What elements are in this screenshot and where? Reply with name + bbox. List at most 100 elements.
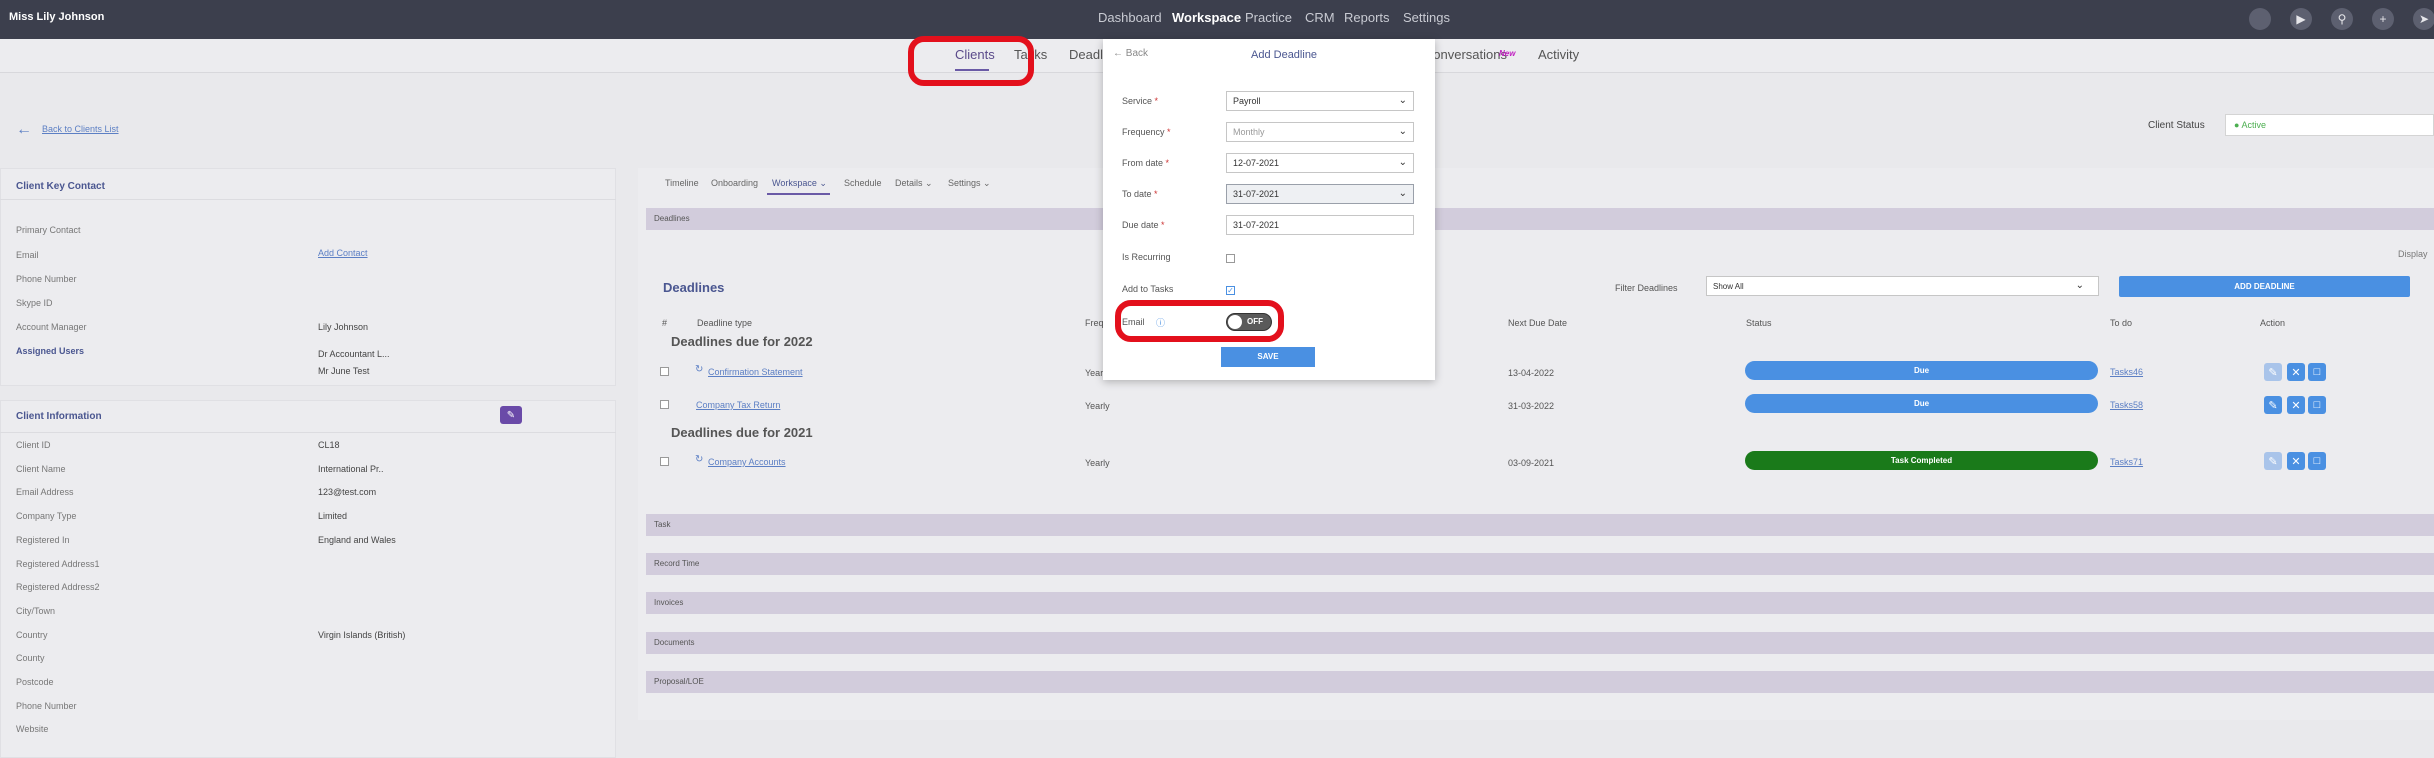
edit-icon[interactable]: ✎ — [2264, 452, 2282, 470]
tab-settings-sub[interactable]: Settings ⌄ — [948, 178, 991, 189]
due-date-cell: 13-04-2022 — [1508, 368, 1555, 378]
record-time-band-label: Record Time — [654, 559, 700, 568]
todo-link[interactable]: Tasks71 — [2110, 457, 2143, 467]
tab-workspace[interactable]: Workspace ⌄ — [772, 178, 827, 189]
highlight-clients-tab — [908, 36, 1034, 86]
modal-back-label: Back — [1125, 48, 1149, 59]
deadlines-band[interactable]: Deadlines — [646, 208, 2434, 230]
client-status-value: Active — [2241, 120, 2266, 130]
modal-title: Add Deadline — [1251, 49, 1318, 61]
chat-icon[interactable]: □ — [2308, 363, 2326, 381]
deadline-type-link[interactable]: Company Accounts — [708, 457, 786, 467]
frequency-label: Frequency * — [1122, 127, 1171, 137]
from-date-label-text: From date — [1122, 158, 1164, 168]
documents-band[interactable]: Documents — [646, 632, 2434, 654]
to-date-select[interactable]: 31-07-2021 ⌄ — [1226, 184, 1414, 204]
row-checkbox[interactable] — [660, 400, 669, 409]
skype-label: Skype ID — [16, 298, 53, 308]
client-info-label: Registered Address2 — [16, 582, 100, 593]
megaphone-icon[interactable]: ▶ — [2290, 8, 2312, 30]
close-icon[interactable]: ✕ — [2287, 363, 2305, 381]
tab-timeline[interactable]: Timeline — [665, 178, 699, 188]
plus-icon[interactable]: + — [2372, 8, 2394, 30]
filter-deadlines-select[interactable]: Show All ⌄ — [1706, 276, 2099, 296]
frequency-select[interactable]: Monthly ⌄ — [1226, 122, 1414, 142]
nav-dashboard[interactable]: Dashboard — [1098, 10, 1162, 25]
client-info-label: Client ID — [16, 440, 51, 450]
row-checkbox[interactable] — [660, 367, 669, 376]
avatar-icon[interactable] — [2249, 8, 2271, 30]
nav-settings[interactable]: Settings — [1403, 10, 1450, 25]
chat-icon[interactable]: □ — [2308, 452, 2326, 470]
add-deadline-button[interactable]: ADD DEADLINE — [2119, 276, 2410, 297]
is-recurring-checkbox[interactable] — [1226, 254, 1235, 263]
edit-client-button[interactable]: ✎ — [500, 406, 522, 424]
save-button[interactable]: SAVE — [1221, 347, 1315, 367]
tab-conversations[interactable]: Conversations — [1427, 47, 1507, 62]
client-info-label: County — [16, 653, 45, 664]
service-label: Service * — [1122, 96, 1159, 106]
rocket-icon[interactable]: ➤ — [2413, 8, 2434, 30]
client-info-value: International Pr.. — [318, 463, 384, 474]
close-icon[interactable]: ✕ — [2287, 452, 2305, 470]
tab-onboarding[interactable]: Onboarding — [711, 178, 758, 188]
chevron-down-icon: ⌄ — [1398, 157, 1407, 168]
proposal-band[interactable]: Proposal/LOE — [646, 671, 2434, 693]
client-info-value: 123@test.com — [318, 487, 377, 498]
col-next-due-date: Next Due Date — [1508, 318, 1568, 328]
nav-workspace[interactable]: Workspace — [1172, 10, 1241, 25]
client-status-select[interactable]: ● Active — [2225, 114, 2434, 136]
chevron-down-icon: ⌄ — [1398, 188, 1407, 199]
client-info-label: Postcode — [16, 677, 54, 687]
todo-link[interactable]: Tasks46 — [2110, 367, 2143, 377]
task-band-label: Task — [654, 520, 671, 529]
user-name[interactable]: Miss Lily Johnson — [9, 11, 104, 23]
chevron-down-icon: ⌄ — [2075, 280, 2084, 291]
client-info-label: Company Type — [16, 511, 77, 522]
task-band[interactable]: Task — [646, 514, 2434, 536]
close-icon[interactable]: ✕ — [2287, 396, 2305, 414]
tab-activity[interactable]: Activity — [1538, 47, 1579, 62]
display-label: Display — [2398, 249, 2428, 259]
deadlines-band-label: Deadlines — [654, 214, 690, 223]
add-contact-link[interactable]: Add Contact — [318, 248, 368, 258]
from-date-select[interactable]: 12-07-2021 ⌄ — [1226, 153, 1414, 173]
nav-reports[interactable]: Reports — [1344, 10, 1390, 25]
frequency-cell: Yearly — [1085, 401, 1110, 411]
key-contact-title: Client Key Contact — [16, 181, 105, 192]
nav-practice[interactable]: Practice — [1245, 10, 1292, 25]
client-info-label: Client Name — [16, 463, 66, 474]
due-date-value: 31-07-2021 — [1233, 220, 1280, 230]
due-date-input[interactable]: 31-07-2021 — [1226, 215, 1414, 235]
back-to-clients-link[interactable]: Back to Clients List — [42, 124, 119, 134]
chat-icon[interactable]: □ — [2308, 396, 2326, 414]
search-icon[interactable]: ⚲ — [2331, 8, 2353, 30]
frequency-label-text: Frequency — [1122, 127, 1165, 137]
edit-icon[interactable]: ✎ — [2264, 363, 2282, 381]
to-date-label: To date * — [1122, 189, 1158, 199]
invoices-band[interactable]: Invoices — [646, 592, 2434, 614]
row-checkbox[interactable] — [660, 457, 669, 466]
deadline-type-link[interactable]: Confirmation Statement — [708, 367, 803, 377]
service-label-text: Service — [1122, 96, 1153, 106]
primary-contact-label: Primary Contact — [16, 225, 81, 235]
nav-crm[interactable]: CRM — [1305, 10, 1335, 25]
back-arrow-icon[interactable]: ← — [16, 121, 32, 139]
from-date-label: From date * — [1122, 158, 1170, 168]
todo-link[interactable]: Tasks58 — [2110, 400, 2143, 410]
status-badge: Due — [1745, 394, 2098, 413]
tab-deadlines[interactable]: Deadli — [1069, 47, 1106, 62]
phone-label: Phone Number — [16, 274, 77, 284]
col-index: # — [662, 318, 668, 328]
add-to-tasks-label: Add to Tasks — [1122, 284, 1174, 294]
modal-back-link[interactable]: ← Back — [1113, 48, 1148, 59]
tab-details[interactable]: Details ⌄ — [895, 178, 933, 189]
service-select[interactable]: Payroll ⌄ — [1226, 91, 1414, 111]
client-info-label: Phone Number — [16, 700, 77, 711]
tab-schedule[interactable]: Schedule — [844, 178, 882, 188]
deadline-type-link[interactable]: Company Tax Return — [696, 400, 780, 410]
record-time-band[interactable]: Record Time — [646, 553, 2434, 575]
status-badge: Task Completed — [1745, 451, 2098, 470]
edit-icon[interactable]: ✎ — [2264, 396, 2282, 414]
add-to-tasks-checkbox[interactable]: ✓ — [1226, 286, 1235, 295]
